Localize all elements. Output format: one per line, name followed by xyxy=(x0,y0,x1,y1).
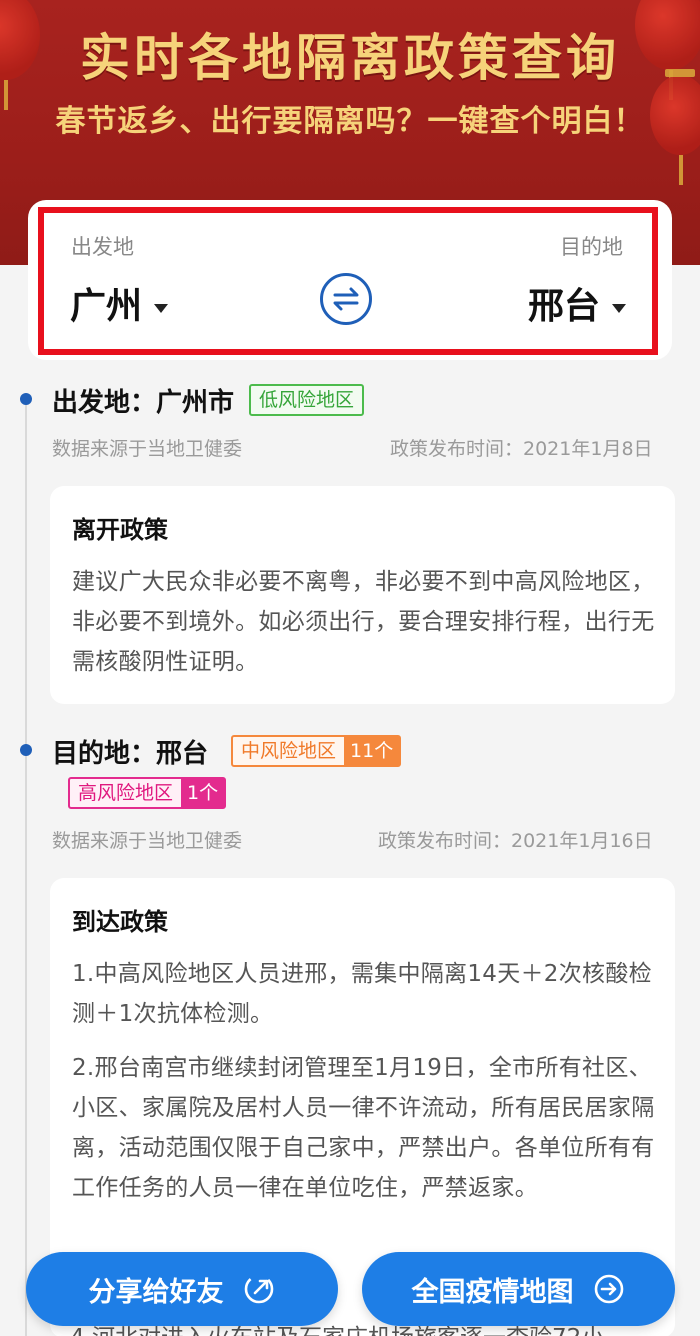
from-city-value: 广州 xyxy=(70,286,143,327)
origin-title: 出发地：广州市 xyxy=(52,388,235,418)
timeline-dot-destination xyxy=(20,744,32,756)
medium-risk-count: 11个 xyxy=(344,737,400,765)
timeline-dot-origin xyxy=(20,393,32,405)
high-risk-badge: 高风险地区 1个 xyxy=(68,777,227,809)
medium-risk-badge: 中风险地区 11个 xyxy=(231,735,402,767)
leave-policy-card: 离开政策 建议广大民众非必要不离粤，非必要不到中高风险地区，非必要不到境外。如必… xyxy=(50,486,675,704)
chevron-down-icon xyxy=(612,303,627,313)
to-label: 目的地 xyxy=(560,235,623,259)
low-risk-badge: 低风险地区 xyxy=(249,384,365,416)
chevron-down-icon xyxy=(154,303,169,313)
timeline-line xyxy=(25,395,27,1336)
high-risk-label: 高风险地区 xyxy=(78,782,174,804)
from-city-selector[interactable]: 广州 xyxy=(70,277,169,329)
swap-icon[interactable] xyxy=(320,273,372,325)
origin-publish-time: 政策发布时间：2021年1月8日 xyxy=(390,438,653,460)
share-icon xyxy=(244,1274,273,1304)
to-city-value: 邢台 xyxy=(528,286,601,327)
arrival-policy-item-2: 2.邢台南宫市继续封闭管理至1月19日，全市所有社区、小区、家属院及居村人员一律… xyxy=(72,1055,655,1201)
to-city-selector[interactable]: 邢台 xyxy=(528,277,627,329)
swap-arrows-icon xyxy=(333,287,359,311)
origin-data-source: 数据来源于当地卫健委 xyxy=(52,438,243,460)
from-label: 出发地 xyxy=(71,235,134,259)
arrival-policy-title: 到达政策 xyxy=(72,908,168,936)
map-button-label: 全国疫情地图 xyxy=(411,1276,574,1308)
destination-publish-time: 政策发布时间：2021年1月16日 xyxy=(378,830,653,852)
national-epidemic-map-button[interactable]: 全国疫情地图 xyxy=(362,1252,675,1326)
arrival-policy-item-1: 1.中高风险地区人员进邢，需集中隔离14天＋2次核酸检测＋1次抗体检测。 xyxy=(72,961,652,1027)
page-title: 实时各地隔离政策查询 xyxy=(80,29,620,87)
high-risk-count: 1个 xyxy=(181,779,225,807)
arrow-right-circle-icon xyxy=(594,1274,623,1304)
share-button[interactable]: 分享给好友 xyxy=(26,1252,338,1326)
destination-data-source: 数据来源于当地卫健委 xyxy=(52,830,243,852)
destination-title: 目的地：邢台 xyxy=(52,739,209,769)
share-button-label: 分享给好友 xyxy=(88,1276,224,1308)
page-subtitle: 春节返乡、出行要隔离吗？一键查个明白！ xyxy=(55,104,645,139)
leave-policy-title: 离开政策 xyxy=(72,516,168,544)
medium-risk-label: 中风险地区 xyxy=(241,740,337,762)
leave-policy-text: 建议广大民众非必要不离粤，非必要不到中高风险地区，非必要不到境外。如必须出行，要… xyxy=(72,569,655,675)
